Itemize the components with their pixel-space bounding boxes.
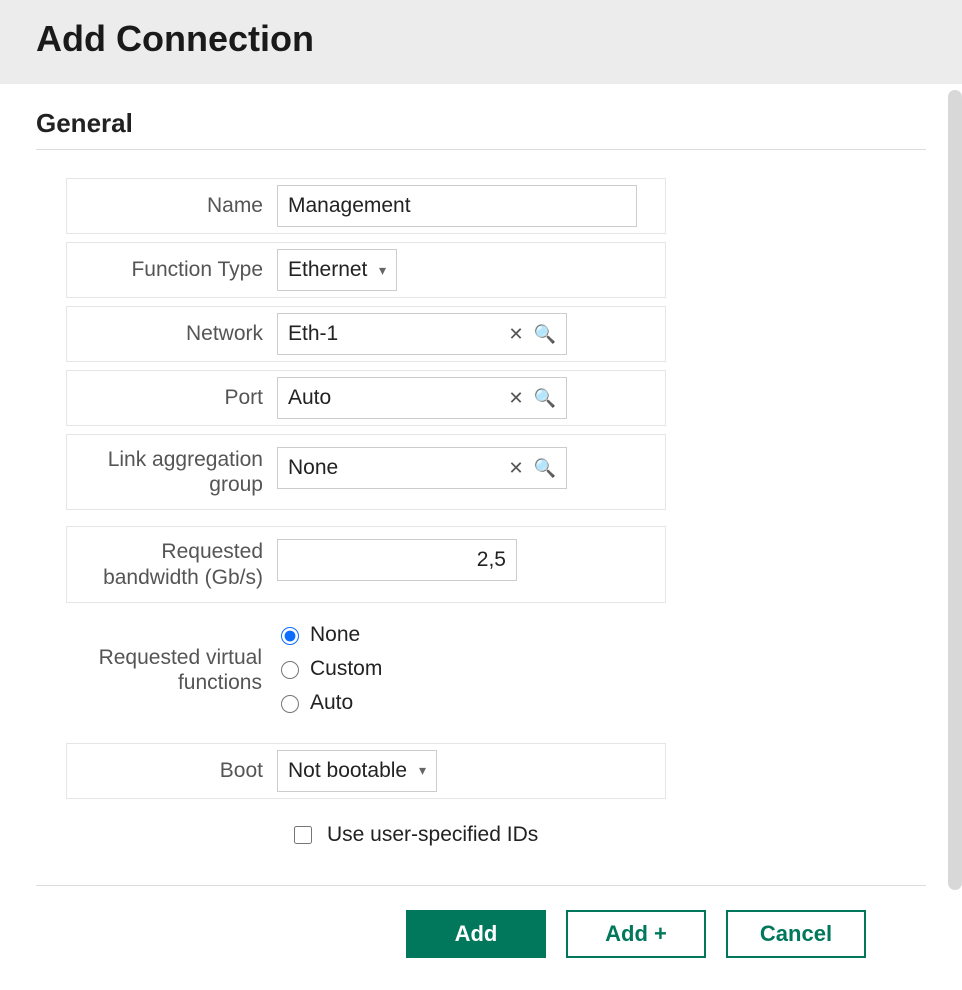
clear-icon[interactable]: ✕ (508, 458, 523, 479)
rvf-custom-label: Custom (310, 657, 382, 681)
lag-value: None (288, 456, 338, 480)
add-plus-button[interactable]: Add + (566, 910, 706, 958)
row-function-type: Function Type Ethernet ▾ (66, 242, 666, 298)
row-use-ids: Use user-specified IDs (290, 823, 926, 847)
content-area: General Name Function Type Ethernet ▾ (0, 84, 962, 958)
label-rvf: Requested virtual functions (76, 623, 276, 695)
port-value: Auto (288, 386, 331, 410)
rvf-radio-auto[interactable] (281, 695, 299, 713)
button-bar: Add Add + Cancel (36, 886, 926, 958)
row-boot: Boot Not bootable ▾ (66, 743, 666, 799)
rvf-radio-custom[interactable] (281, 661, 299, 679)
rvf-radio-group: None Custom Auto (276, 623, 382, 715)
function-type-value: Ethernet (288, 258, 367, 282)
use-ids-label: Use user-specified IDs (327, 823, 538, 847)
rvf-none-label: None (310, 623, 360, 647)
page-root: Add Connection General Name Function Typ… (0, 0, 962, 990)
label-boot: Boot (77, 758, 277, 783)
label-name: Name (77, 193, 277, 218)
cancel-button[interactable]: Cancel (726, 910, 866, 958)
network-value: Eth-1 (288, 322, 338, 346)
label-function-type: Function Type (77, 257, 277, 282)
bandwidth-input[interactable] (277, 539, 517, 581)
row-port: Port Auto ✕ 🔍 (66, 370, 666, 426)
label-network: Network (77, 321, 277, 346)
chevron-down-icon: ▾ (379, 262, 386, 279)
scrollbar[interactable] (948, 90, 962, 890)
row-bandwidth: Requested bandwidth (Gb/s) (66, 526, 666, 602)
row-network: Network Eth-1 ✕ 🔍 (66, 306, 666, 362)
rvf-option-custom[interactable]: Custom (276, 657, 382, 681)
section-title-general: General (36, 108, 926, 139)
rvf-option-auto[interactable]: Auto (276, 691, 382, 715)
page-title: Add Connection (36, 18, 926, 60)
name-input[interactable] (277, 185, 637, 227)
search-icon[interactable]: 🔍 (534, 324, 556, 345)
label-bandwidth: Requested bandwidth (Gb/s) (77, 539, 277, 589)
use-ids-checkbox[interactable] (294, 826, 312, 844)
header-bar: Add Connection (0, 0, 962, 84)
rvf-option-none[interactable]: None (276, 623, 382, 647)
boot-value: Not bootable (288, 759, 407, 783)
row-lag: Link aggregation group None ✕ 🔍 (66, 434, 666, 510)
row-rvf: Requested virtual functions None Custom (66, 611, 666, 727)
search-icon[interactable]: 🔍 (534, 388, 556, 409)
clear-icon[interactable]: ✕ (508, 324, 523, 345)
chevron-down-icon: ▾ (419, 762, 426, 779)
rvf-auto-label: Auto (310, 691, 353, 715)
form-area: Name Function Type Ethernet ▾ Network (36, 178, 926, 847)
function-type-select[interactable]: Ethernet ▾ (277, 249, 397, 291)
boot-select[interactable]: Not bootable ▾ (277, 750, 437, 792)
search-icon[interactable]: 🔍 (534, 458, 556, 479)
network-picker[interactable]: Eth-1 ✕ 🔍 (277, 313, 567, 355)
lag-picker[interactable]: None ✕ 🔍 (277, 447, 567, 489)
clear-icon[interactable]: ✕ (508, 388, 523, 409)
rvf-radio-none[interactable] (281, 627, 299, 645)
label-port: Port (77, 385, 277, 410)
row-name: Name (66, 178, 666, 234)
add-button[interactable]: Add (406, 910, 546, 958)
port-picker[interactable]: Auto ✕ 🔍 (277, 377, 567, 419)
label-lag: Link aggregation group (77, 447, 277, 497)
section-divider (36, 149, 926, 150)
